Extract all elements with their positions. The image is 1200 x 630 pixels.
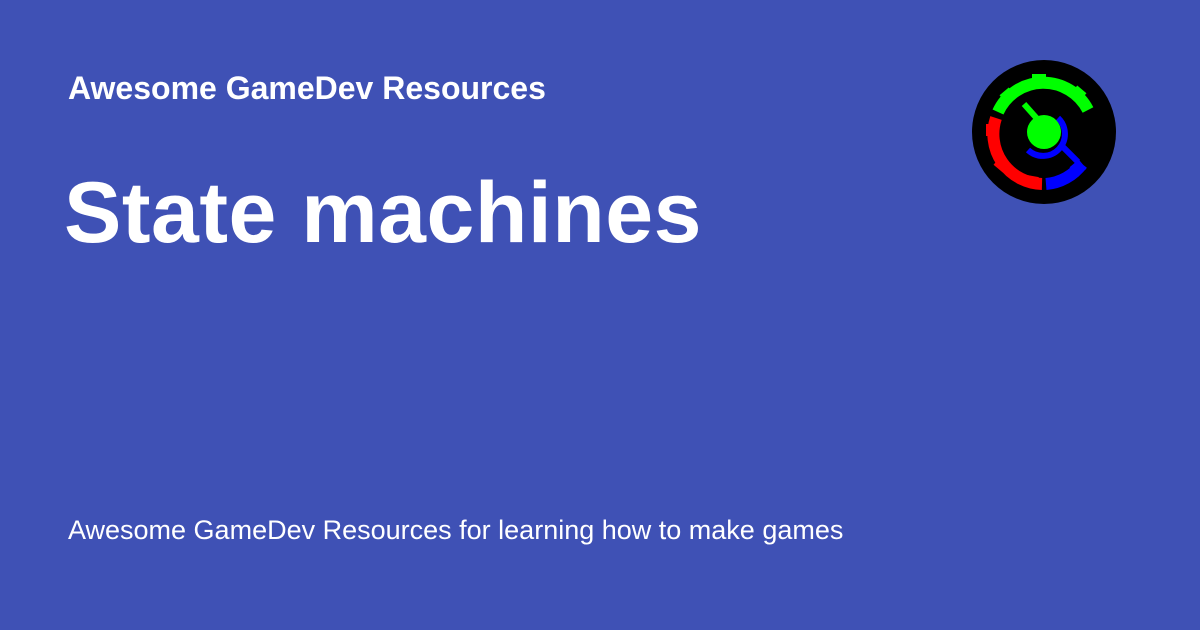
page-title: State machines — [64, 165, 702, 261]
gamedev-gear-logo-icon — [972, 60, 1116, 204]
social-card: Awesome GameDev Resources State machines… — [0, 0, 1200, 630]
site-description: Awesome GameDev Resources for learning h… — [68, 515, 844, 545]
logo-svg — [972, 60, 1116, 204]
center-node — [1027, 115, 1061, 149]
site-title: Awesome GameDev Resources — [68, 70, 546, 106]
